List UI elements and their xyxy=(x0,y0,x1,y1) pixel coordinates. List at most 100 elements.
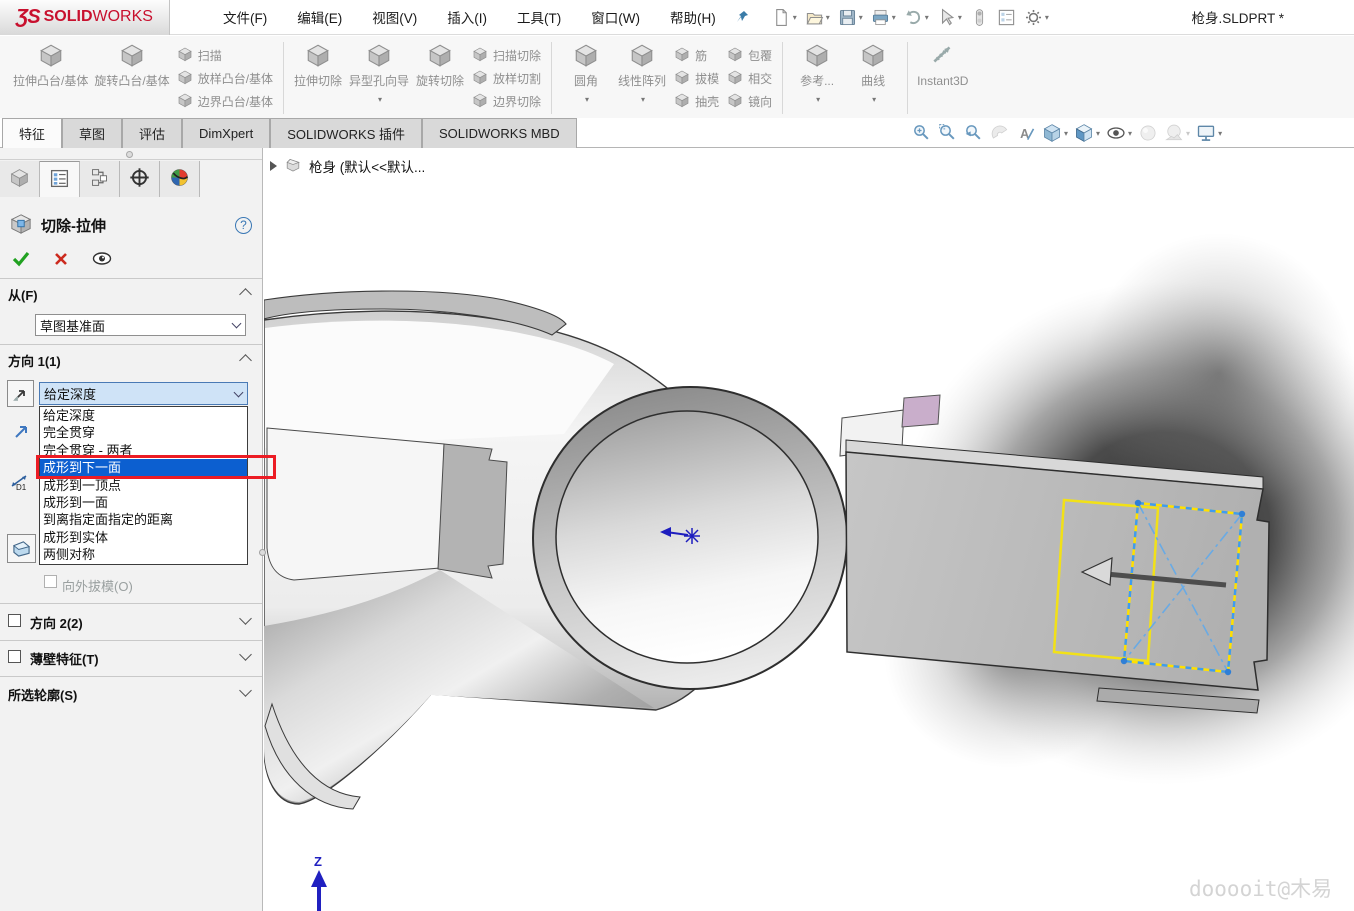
fillet-button[interactable]: 圆角 xyxy=(558,38,614,118)
zoom-area-button[interactable] xyxy=(938,123,958,143)
panel-tab-appearances[interactable] xyxy=(160,161,200,197)
menu-窗口[interactable]: 窗口(W) xyxy=(578,3,653,31)
reverse-direction-button[interactable] xyxy=(7,380,34,407)
hole-wizard-button[interactable]: 异型孔向导 xyxy=(346,38,412,118)
dropdown-caret-icon[interactable] xyxy=(870,90,876,105)
extruded-cut-button[interactable]: 拉伸切除 xyxy=(290,38,346,118)
annotation-view-button[interactable]: A xyxy=(1016,123,1036,143)
panel-splitter-handle[interactable] xyxy=(259,549,266,556)
boundary-boss-button[interactable]: 边界凸台/基体 xyxy=(177,92,273,111)
menu-工具[interactable]: 工具(T) xyxy=(504,3,574,31)
from-combobox[interactable]: 草图基准面 xyxy=(35,314,246,336)
end-condition-combobox[interactable]: 给定深度 xyxy=(39,382,248,405)
view-orientation-button[interactable] xyxy=(1042,123,1068,143)
direction1-section-header[interactable]: 方向 1(1) xyxy=(8,351,61,370)
end-condition-option-1[interactable]: 完全贯穿 xyxy=(40,424,247,441)
menu-编辑[interactable]: 编辑(E) xyxy=(284,3,355,31)
rib-button[interactable]: 筋 xyxy=(674,46,719,65)
direction2-section-header[interactable]: 方向 2(2) xyxy=(30,613,83,632)
sketch-vertex[interactable] xyxy=(1239,511,1245,517)
swept-cut-button[interactable]: 扫描切除 xyxy=(472,46,541,65)
lofted-boss-button[interactable]: 放样凸台/基体 xyxy=(177,69,273,88)
sketch-vertex[interactable] xyxy=(1135,500,1141,506)
revolved-cut-button[interactable]: 旋转切除 xyxy=(412,38,468,118)
mirror-button[interactable]: 镜向 xyxy=(727,92,772,111)
flyout-expander-icon[interactable] xyxy=(270,161,277,171)
curves-button[interactable]: 曲线 xyxy=(845,38,901,118)
thin-feature-section-header[interactable]: 薄壁特征(T) xyxy=(30,649,99,668)
draft-button[interactable] xyxy=(7,534,36,563)
dropdown-caret-icon[interactable] xyxy=(639,90,645,105)
select-button[interactable] xyxy=(934,6,965,29)
preview-eye-button[interactable] xyxy=(92,252,112,268)
pin-menu-icon[interactable] xyxy=(735,9,751,25)
display-style-button[interactable] xyxy=(1074,123,1100,143)
panel-tab-configuration[interactable] xyxy=(80,161,120,197)
flyout-featuremanager[interactable]: 枪身 (默认<<默认... xyxy=(270,156,425,176)
apply-scene-button[interactable] xyxy=(1164,123,1190,143)
reference-geometry-button[interactable]: 参考... xyxy=(789,38,845,118)
panel-splitter[interactable] xyxy=(0,148,262,160)
menu-帮助[interactable]: 帮助(H) xyxy=(657,3,729,31)
zoom-fit-button[interactable] xyxy=(912,123,932,143)
intersect-button[interactable]: 相交 xyxy=(727,69,772,88)
panel-tab-dimxpert[interactable] xyxy=(120,161,160,197)
from-collapse-icon[interactable] xyxy=(239,288,252,301)
menu-文件[interactable]: 文件(F) xyxy=(210,3,280,31)
extruded-boss-button[interactable]: 拉伸凸台/基体 xyxy=(10,38,91,118)
revolved-boss-button[interactable]: 旋转凸台/基体 xyxy=(91,38,172,118)
visibility-toggle-button[interactable] xyxy=(967,6,992,29)
direction1-collapse-icon[interactable] xyxy=(239,354,252,367)
sketch-vertex[interactable] xyxy=(1121,658,1127,664)
boundary-cut-button[interactable]: 边界切除 xyxy=(472,92,541,111)
thin-feature-checkbox[interactable] xyxy=(8,650,21,663)
menu-插入[interactable]: 插入(I) xyxy=(434,3,500,31)
sketch-vertex[interactable] xyxy=(1225,669,1231,675)
cancel-button[interactable] xyxy=(54,252,68,269)
help-icon[interactable]: ? xyxy=(235,217,252,234)
tab-SOLIDWORKS MBD[interactable]: SOLIDWORKS MBD xyxy=(422,118,577,148)
tab-草图[interactable]: 草图 xyxy=(62,118,122,148)
previous-view-button[interactable] xyxy=(964,123,984,143)
draft-outward-checkbox[interactable] xyxy=(44,575,57,588)
options-gear-button[interactable] xyxy=(1021,6,1052,29)
section-view-button[interactable] xyxy=(990,123,1010,143)
lofted-cut-button[interactable]: 放样切割 xyxy=(472,69,541,88)
tab-DimXpert[interactable]: DimXpert xyxy=(182,118,270,148)
edit-appearance-button[interactable] xyxy=(1138,123,1158,143)
options-form-button[interactable] xyxy=(994,6,1019,29)
dropdown-caret-icon[interactable] xyxy=(376,90,382,105)
hide-show-items-button[interactable] xyxy=(1106,123,1132,143)
end-condition-option-0[interactable]: 给定深度 xyxy=(40,407,247,424)
model-3d-scene[interactable]: Z dooooit@木易 xyxy=(264,148,1354,911)
end-condition-option-6[interactable]: 到离指定面指定的距离 xyxy=(40,511,247,528)
panel-tab-feature-tree[interactable] xyxy=(0,161,40,197)
graphics-area[interactable]: Z dooooit@木易 枪身 (默认<<默认... xyxy=(264,148,1354,911)
tab-评估[interactable]: 评估 xyxy=(122,118,182,148)
end-condition-option-7[interactable]: 成形到实体 xyxy=(40,529,247,546)
view-settings-button[interactable] xyxy=(1196,123,1222,143)
tab-SOLIDWORKS 插件[interactable]: SOLIDWORKS 插件 xyxy=(270,118,422,148)
instant3d-button[interactable]: Instant3D xyxy=(914,38,971,118)
end-condition-option-8[interactable]: 两侧对称 xyxy=(40,546,247,563)
ok-button[interactable] xyxy=(12,251,30,270)
from-section-header[interactable]: 从(F) xyxy=(8,285,38,304)
tab-特征[interactable]: 特征 xyxy=(2,118,62,148)
menu-视图[interactable]: 视图(V) xyxy=(359,3,430,31)
draft-button[interactable]: 拔模 xyxy=(674,69,719,88)
thin-feature-expand-icon[interactable] xyxy=(239,648,252,661)
direction2-expand-icon[interactable] xyxy=(239,612,252,625)
end-condition-option-5[interactable]: 成形到一面 xyxy=(40,494,247,511)
swept-boss-button[interactable]: 扫描 xyxy=(177,46,273,65)
undo-button[interactable] xyxy=(901,6,932,29)
panel-tab-property-manager[interactable] xyxy=(40,161,80,197)
direction2-checkbox[interactable] xyxy=(8,614,21,627)
save-button[interactable] xyxy=(835,6,866,29)
shell-button[interactable]: 抽壳 xyxy=(674,92,719,111)
selected-contours-expand-icon[interactable] xyxy=(239,684,252,697)
end-condition-option-4[interactable]: 成形到一顶点 xyxy=(40,477,247,494)
selected-contours-section-header[interactable]: 所选轮廓(S) xyxy=(8,685,77,704)
print-button[interactable] xyxy=(868,6,899,29)
linear-pattern-button[interactable]: 线性阵列 xyxy=(614,38,670,118)
new-document-button[interactable] xyxy=(769,6,800,29)
